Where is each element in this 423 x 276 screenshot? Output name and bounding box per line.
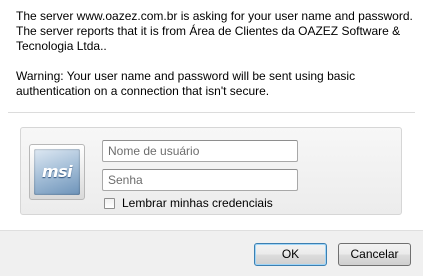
password-placeholder: Senha: [108, 173, 143, 187]
remember-checkbox[interactable]: [104, 197, 115, 209]
message-line: Tecnologia Ltda..: [16, 39, 107, 53]
remember-credentials[interactable]: Lembrar minhas credenciais: [104, 196, 273, 210]
auth-dialog: The server www.oazez.com.br is asking fo…: [0, 0, 423, 276]
auth-message: The server www.oazez.com.br is asking fo…: [16, 9, 416, 99]
remember-label[interactable]: Lembrar minhas credenciais: [122, 196, 273, 210]
message-line: The server www.oazez.com.br is asking fo…: [16, 9, 413, 23]
password-input[interactable]: Senha: [102, 169, 298, 191]
separator: [8, 112, 415, 113]
user-avatar: msi: [29, 144, 85, 200]
msi-logo-text: msi: [41, 162, 73, 181]
username-placeholder: Nome de usuário: [108, 144, 200, 158]
ok-button[interactable]: OK: [254, 243, 327, 266]
cancel-button[interactable]: Cancelar: [338, 243, 411, 266]
msi-logo-icon: msi: [34, 149, 80, 195]
credential-tile: msi Nome de usuário Senha Lembrar minhas…: [20, 127, 402, 215]
message-line: The server reports that it is from Área …: [16, 24, 401, 38]
warning-line: authentication on a connection that isn'…: [16, 84, 270, 98]
warning-line: Warning: Your user name and password wil…: [16, 69, 356, 83]
username-input[interactable]: Nome de usuário: [102, 140, 298, 162]
button-bar: OK Cancelar: [0, 230, 423, 276]
